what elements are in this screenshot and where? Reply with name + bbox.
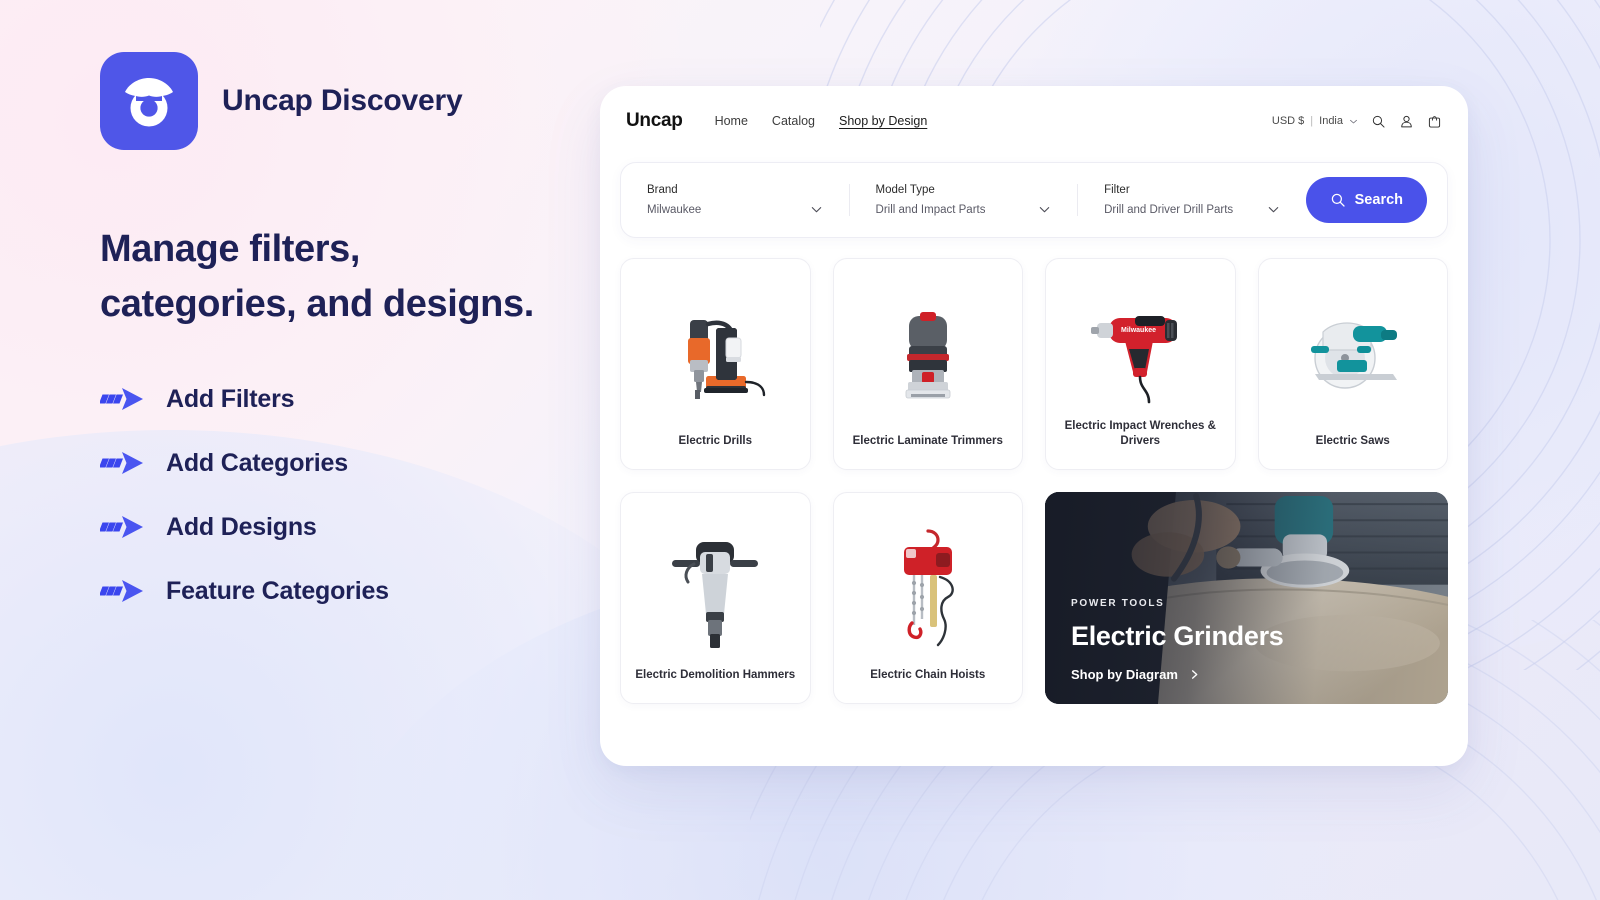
screenshot-root: Uncap Discovery Manage filters, categori… — [0, 0, 1600, 900]
category-card-label: Electric Saws — [1315, 435, 1390, 448]
chevron-down-icon[interactable] — [1267, 203, 1280, 216]
category-card-electric-chain-hoists[interactable]: Electric Chain Hoists — [832, 492, 1023, 704]
impact-wrench-image: Milwaukee — [1056, 281, 1225, 419]
search-icon[interactable] — [1371, 114, 1386, 129]
search-button[interactable]: Search — [1305, 177, 1428, 223]
category-card-label: Electric Drills — [678, 435, 752, 448]
headline-line-1: Manage filters, — [100, 228, 361, 270]
filter-value: Drill and Driver Drill Parts — [1104, 203, 1234, 216]
page-headline: Manage filters, categories, and designs. — [100, 222, 580, 333]
feature-item-add-categories[interactable]: Add Categories — [100, 449, 580, 478]
locale-selector[interactable]: USD $ | India — [1272, 115, 1358, 127]
arrow-forward-icon — [100, 388, 143, 411]
feature-label: Add Categories — [166, 448, 348, 477]
category-card-label: Electric Chain Hoists — [870, 669, 986, 682]
feature-item-add-filters[interactable]: Add Filters — [100, 385, 580, 414]
locale-currency: USD $ — [1271, 115, 1305, 127]
filter-model-type[interactable]: Model Type Drill and Impact Parts — [848, 184, 1078, 216]
filter-label: Model Type — [875, 184, 935, 196]
filter-filter[interactable]: Filter Drill and Driver Drill Parts — [1077, 184, 1306, 216]
category-card-electric-impact-wrenches[interactable]: Milwaukee Electric Impact Wrenches & Dri… — [1045, 258, 1236, 470]
chevron-down-icon[interactable] — [810, 203, 823, 216]
chevron-right-icon — [1191, 670, 1198, 679]
feature-label: Add Filters — [166, 384, 295, 413]
filter-value: Drill and Impact Parts — [875, 203, 986, 216]
demolition-hammer-image — [631, 515, 800, 668]
promo-content: POWER TOOLS Electric Grinders Shop by Di… — [1071, 598, 1428, 682]
feature-label: Feature Categories — [166, 576, 389, 605]
feature-list: Add Filters Add Categories Add Designs F… — [100, 385, 580, 606]
promo-title: Electric Grinders — [1071, 621, 1284, 651]
category-card-label: Electric Impact Wrenches & Drivers — [1064, 420, 1216, 448]
nav-link-catalog[interactable]: Catalog — [772, 114, 815, 128]
search-button-label: Search — [1354, 192, 1404, 208]
account-icon[interactable] — [1399, 114, 1414, 129]
headline-line-2: categories, and designs. — [100, 283, 534, 326]
promo-banner-electric-grinders[interactable]: POWER TOOLS Electric Grinders Shop by Di… — [1045, 492, 1448, 704]
search-icon — [1331, 193, 1345, 207]
filter-bar: Brand Milwaukee Model Type Drill and Imp… — [620, 162, 1448, 238]
category-card-label: Electric Laminate Trimmers — [852, 435, 1003, 448]
arrow-forward-icon — [100, 516, 143, 539]
category-card-electric-demolition-hammers[interactable]: Electric Demolition Hammers — [620, 492, 811, 704]
locale-divider: | — [1310, 115, 1314, 127]
chevron-down-icon — [1350, 119, 1357, 123]
app-brand[interactable]: Uncap — [626, 110, 683, 132]
circular-saw-image — [1269, 281, 1438, 434]
locale-country: India — [1319, 115, 1343, 127]
magnetic-drill-press-image — [631, 281, 800, 434]
filter-brand[interactable]: Brand Milwaukee — [621, 184, 849, 216]
nav-link-shop-by-design[interactable]: Shop by Design — [839, 114, 927, 128]
svg-text:Milwaukee: Milwaukee — [1121, 327, 1156, 334]
category-card-electric-drills[interactable]: Electric Drills — [620, 258, 811, 470]
filter-label: Brand — [647, 184, 678, 196]
arrow-forward-icon — [100, 580, 143, 603]
brand-title: Uncap Discovery — [222, 84, 463, 117]
app-header: Uncap Home Catalog Shop by Design USD $ … — [600, 86, 1468, 156]
arrow-forward-icon — [100, 452, 143, 475]
category-grid: Electric Drills Electric Laminate Trimme… — [620, 258, 1448, 704]
promo-eyebrow: POWER TOOLS — [1071, 598, 1165, 609]
cart-icon[interactable] — [1427, 114, 1442, 129]
category-card-electric-saws[interactable]: Electric Saws — [1257, 258, 1448, 470]
category-card-label: Electric Demolition Hammers — [635, 669, 796, 682]
header-actions: USD $ | India — [1272, 114, 1442, 129]
chain-hoist-image — [844, 515, 1013, 668]
filter-value: Milwaukee — [647, 203, 702, 216]
chevron-down-icon[interactable] — [1038, 203, 1051, 216]
filter-label: Filter — [1104, 184, 1130, 196]
app-window: Uncap Home Catalog Shop by Design USD $ … — [600, 86, 1468, 766]
brand-row: Uncap Discovery — [100, 52, 580, 150]
promo-link-label: Shop by Diagram — [1071, 667, 1178, 682]
uncap-mark-icon — [100, 52, 198, 150]
feature-item-feature-categories[interactable]: Feature Categories — [100, 577, 580, 606]
laminate-trimmer-image — [844, 281, 1013, 434]
marketing-panel: Uncap Discovery Manage filters, categori… — [100, 52, 580, 606]
promo-shop-by-diagram-link[interactable]: Shop by Diagram — [1071, 667, 1428, 682]
app-nav: Home Catalog Shop by Design — [715, 114, 928, 128]
feature-item-add-designs[interactable]: Add Designs — [100, 513, 580, 542]
category-card-electric-laminate-trimmers[interactable]: Electric Laminate Trimmers — [832, 258, 1023, 470]
feature-label: Add Designs — [166, 512, 317, 541]
nav-link-home[interactable]: Home — [715, 114, 748, 128]
